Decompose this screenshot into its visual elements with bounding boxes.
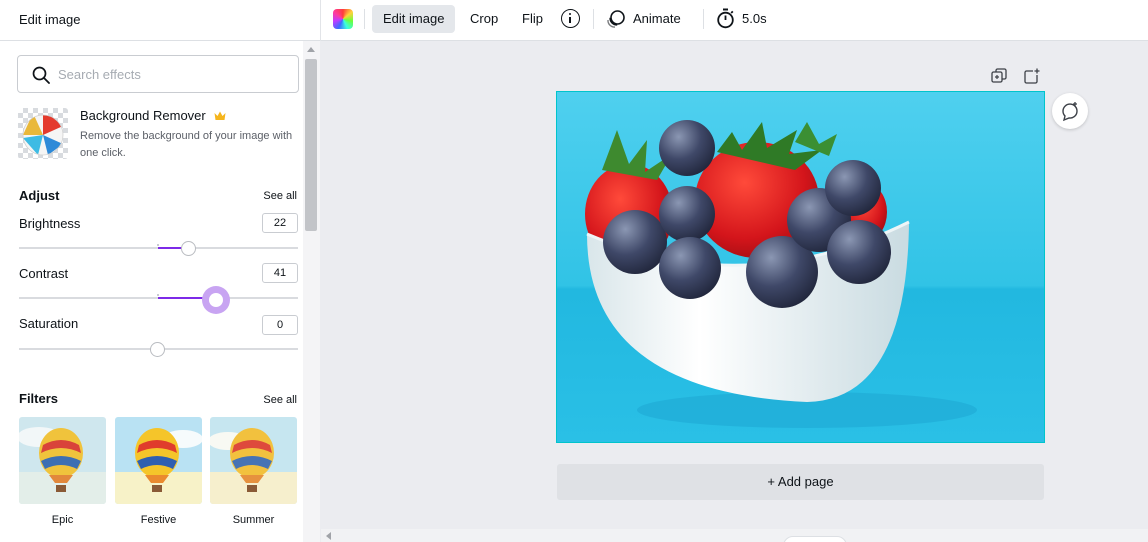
adjust-heading: Adjust: [19, 188, 60, 203]
contrast-value-input[interactable]: 41: [262, 263, 298, 283]
crop-button[interactable]: Crop: [459, 5, 509, 33]
filters-heading: Filters: [19, 391, 59, 406]
filters-see-all-link[interactable]: See all: [263, 394, 297, 406]
contrast-slider[interactable]: [19, 286, 298, 314]
top-toolbar: Edit image Edit image Crop Flip Animate …: [0, 0, 1148, 41]
canvas-area: + Add page: [321, 41, 1148, 542]
design-page-image[interactable]: [556, 91, 1045, 443]
search-input[interactable]: [58, 64, 278, 84]
search-icon: [32, 66, 50, 84]
filter-summer-label: Summer: [232, 514, 275, 526]
flip-button[interactable]: Flip: [511, 5, 554, 33]
filter-festive-label: Festive: [140, 514, 177, 526]
saturation-slider[interactable]: [19, 339, 298, 359]
brightness-slider-handle[interactable]: [181, 241, 196, 256]
background-remover-title[interactable]: Background Remover: [80, 108, 206, 123]
add-comment-icon: [1062, 102, 1078, 122]
duplicate-page-icon[interactable]: [991, 68, 1007, 84]
saturation-slider-handle[interactable]: [150, 342, 165, 357]
slider-center-mark: [157, 244, 159, 246]
divider: [364, 9, 365, 29]
background-remover-description: Remove the background of your image with…: [80, 130, 293, 159]
panel-scrollbar-thumb[interactable]: [305, 59, 317, 231]
saturation-label: Saturation: [19, 316, 79, 331]
panel-title: Edit image: [19, 12, 81, 27]
add-page-button[interactable]: + Add page: [557, 464, 1044, 500]
brightness-label: Brightness: [19, 216, 81, 231]
search-box[interactable]: [17, 55, 299, 93]
brightness-slider[interactable]: [19, 238, 298, 258]
edit-image-panel: Background Remover Remove the background…: [0, 41, 320, 542]
filter-summer-thumbnail[interactable]: [210, 417, 297, 504]
animate-button[interactable]: Animate: [622, 5, 692, 33]
divider: [320, 0, 321, 41]
filter-festive-thumbnail[interactable]: [115, 417, 202, 504]
background-remover-thumbnail[interactable]: [18, 108, 68, 159]
add-page-icon[interactable]: [1024, 68, 1040, 84]
saturation-value-input[interactable]: 0: [262, 315, 298, 335]
info-icon[interactable]: [561, 9, 580, 28]
slider-center-mark: [157, 294, 159, 296]
contrast-slider-handle[interactable]: [202, 286, 230, 314]
divider: [703, 9, 704, 29]
brightness-value-input[interactable]: 22: [262, 213, 298, 233]
crown-icon: [214, 111, 226, 120]
scroll-left-arrow-icon[interactable]: [326, 532, 331, 540]
page-navigator-pill[interactable]: [783, 536, 847, 542]
adjust-see-all-link[interactable]: See all: [263, 190, 297, 202]
edit-image-button[interactable]: Edit image: [372, 5, 456, 33]
filter-epic-thumbnail[interactable]: [19, 417, 106, 504]
add-comment-button[interactable]: [1052, 93, 1088, 129]
contrast-label: Contrast: [19, 266, 69, 281]
duration-button[interactable]: 5.0s: [731, 5, 778, 33]
filter-epic-label: Epic: [51, 514, 74, 526]
canvas-horizontal-scrollbar[interactable]: [321, 529, 1148, 542]
scroll-up-arrow-icon[interactable]: [307, 47, 315, 52]
color-palette-icon[interactable]: [333, 9, 353, 29]
divider: [593, 9, 594, 29]
